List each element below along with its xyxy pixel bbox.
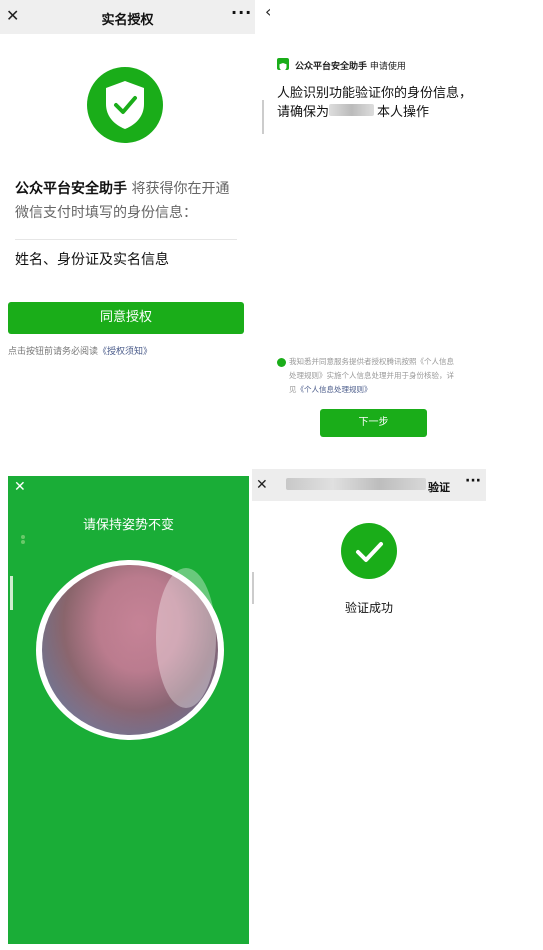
back-icon[interactable]: ‹ — [265, 2, 271, 21]
shield-check-icon — [87, 67, 163, 143]
auth-panel: ✕ 实名授权 ··· 公众平台安全助手 将获得你在开通 微信支付时填写的身份信息… — [0, 0, 255, 460]
nav-bar: ✕ 实名授权 ··· — [0, 0, 255, 34]
preview-highlight — [156, 568, 216, 708]
terms-line1: 我知悉并同意服务提供者授权腾讯按照《个人信息 — [289, 357, 454, 366]
app-name: 公众平台安全助手 — [295, 62, 368, 72]
face-capture-panel: ✕ 请保持姿势不变 — [8, 476, 249, 944]
more-icon[interactable]: ··· — [231, 3, 252, 22]
auth-description: 公众平台安全助手 将获得你在开通 — [15, 178, 229, 198]
app-name: 公众平台安全助手 — [15, 181, 127, 197]
heading-line2-prefix: 请确保为 — [277, 105, 330, 120]
notice: 点击按钮前请务必阅读《授权须知》 — [8, 344, 152, 357]
app-shield-icon — [277, 58, 289, 71]
requested-info: 姓名、身份证及实名信息 — [15, 252, 169, 268]
terms-line2: 处理规则》实施个人信息处理并用于身份核验，详 — [289, 371, 454, 380]
more-icon[interactable]: ··· — [465, 473, 481, 489]
blurred-name — [329, 104, 374, 116]
terms-line3-prefix: 见 — [289, 385, 297, 394]
close-icon[interactable]: ✕ — [256, 477, 268, 493]
success-message: 验证成功 — [344, 601, 393, 615]
agree-checkbox[interactable] — [277, 358, 286, 372]
page-title: 实名授权 — [101, 13, 154, 28]
request-label: 申请使用 — [367, 62, 406, 72]
verify-success-panel: ✕ 验证 ··· 验证成功 — [252, 469, 486, 947]
nav-bar: ✕ 验证 ··· — [252, 469, 486, 501]
app-request: 公众平台安全助手 申请使用 — [295, 59, 406, 72]
pose-hint: 请保持姿势不变 — [82, 518, 174, 533]
heading-line2-suffix: 本人操作 — [377, 105, 430, 120]
notice-text: 点击按钮前请务必阅读 — [8, 347, 99, 357]
scroll-indicator — [10, 576, 13, 610]
next-button[interactable]: 下一步 — [320, 409, 427, 437]
terms-line3: 见《个人信息处理规则》 — [289, 384, 372, 395]
auth-description-text: 将获得你在开通 — [127, 181, 230, 197]
dots-icon — [20, 534, 26, 546]
scroll-indicator — [262, 100, 264, 134]
page-title: 验证 — [428, 481, 450, 494]
auth-description-line2: 微信支付时填写的身份信息： — [15, 205, 197, 221]
heading-line1: 人脸识别功能验证你的身份信息， — [277, 86, 473, 101]
agree-button[interactable]: 同意授权 — [8, 302, 244, 334]
divider — [15, 239, 237, 240]
auth-notice-link[interactable]: 《授权须知》 — [98, 347, 152, 357]
face-intro-panel: ‹ 公众平台安全助手 申请使用 人脸识别功能验证你的身份信息， 请确保为 本人操… — [256, 0, 486, 460]
close-icon[interactable]: ✕ — [14, 479, 26, 495]
blurred-title — [286, 478, 426, 490]
success-check-icon — [341, 523, 397, 579]
privacy-rules-link[interactable]: 《个人信息处理规则》 — [297, 385, 372, 394]
